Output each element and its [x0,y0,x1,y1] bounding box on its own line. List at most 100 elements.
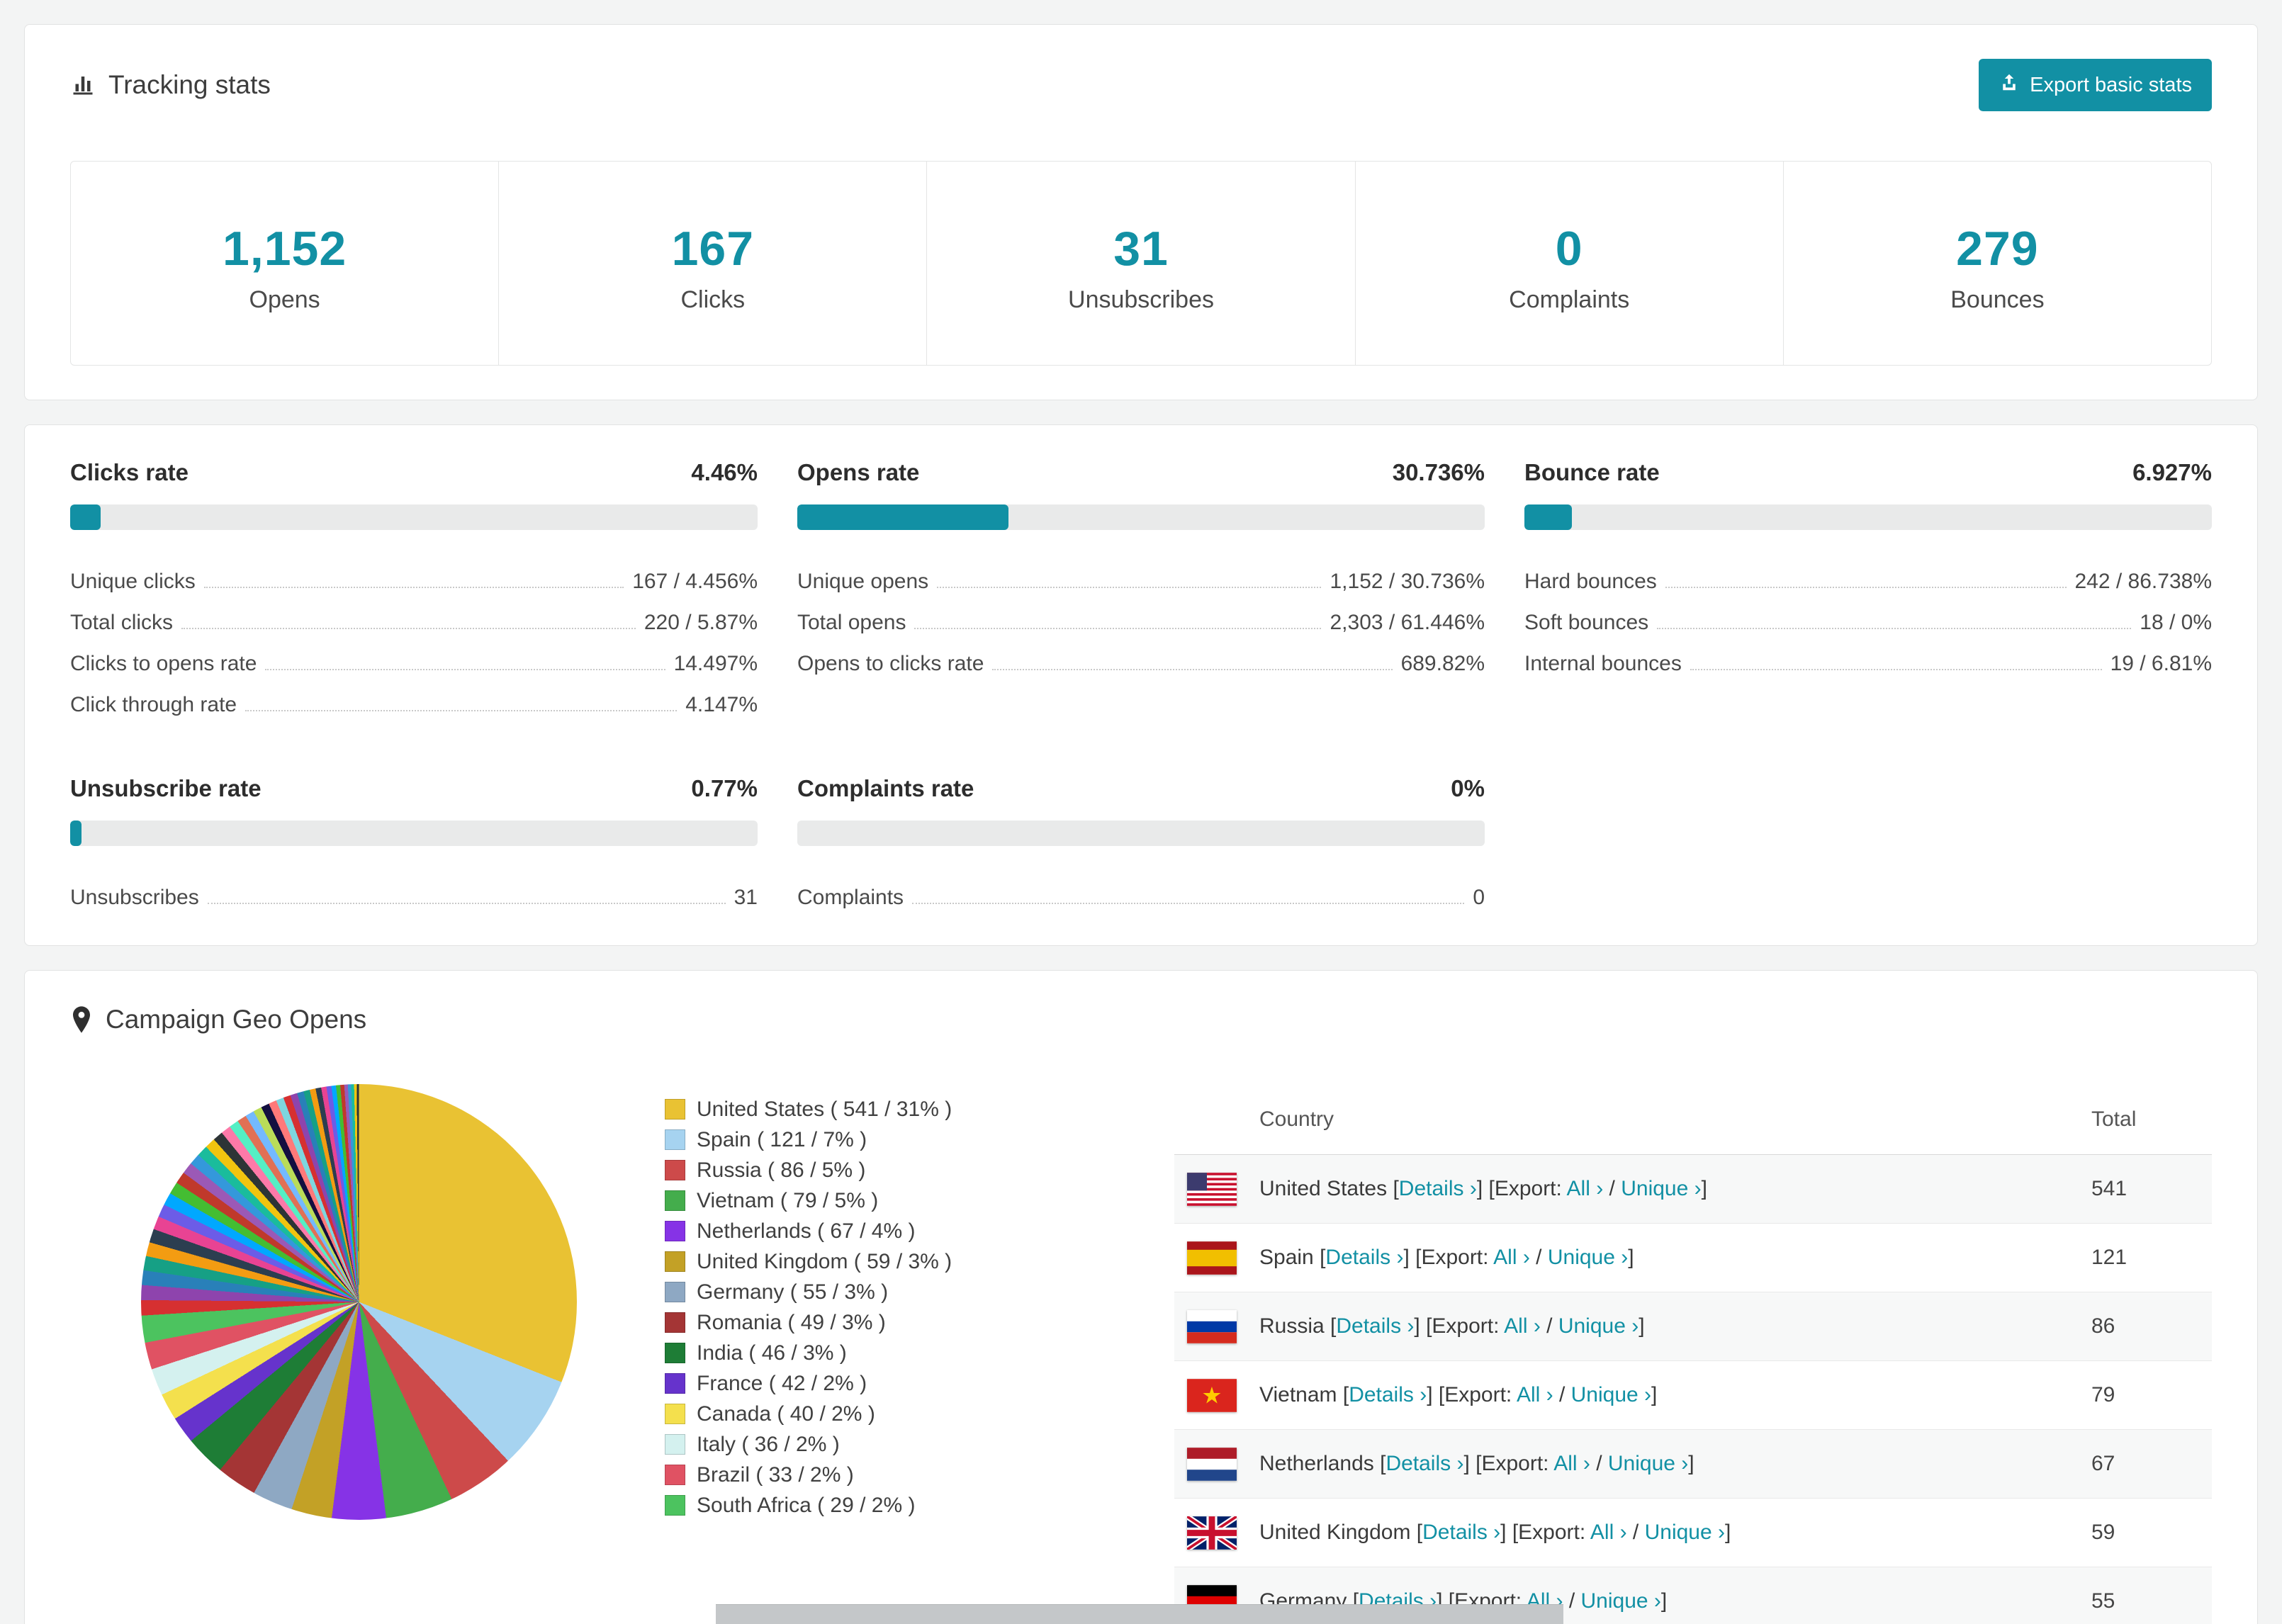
progress-bar-fill [70,821,82,846]
stat-value: 1,152 [223,222,347,276]
rate-block: Unsubscribe rate 0.77% Unsubscribes 31 [70,775,758,911]
dotted-leader [245,710,678,711]
flag-gb-icon [1187,1516,1237,1550]
stat-box-clicks: 167 Clicks [498,162,926,365]
legend-item: Germany ( 55 / 3% ) [665,1277,977,1307]
details-link[interactable]: Details › [1399,1177,1477,1200]
metric-label: Total clicks [70,611,174,634]
metric-value: 220 / 5.87% [643,611,758,634]
export-unique-link[interactable]: Unique › [1571,1383,1651,1406]
rate-header: Opens rate 30.736% [797,459,1485,487]
rate-metric-row: Opens to clicks rate 689.82% [797,636,1485,677]
rate-value: 0.77% [691,775,758,801]
progress-bar-track [70,504,758,530]
progress-bar-fill [797,504,1009,530]
geo-table-header: Country Total [1174,1084,2212,1155]
dotted-leader [1665,587,2067,588]
export-unique-link[interactable]: Unique › [1581,1589,1661,1613]
legend-label: Russia ( 86 / 5% ) [697,1158,866,1182]
country-total: 121 [2091,1246,2128,1269]
legend-swatch [665,1282,685,1302]
legend-label: Netherlands ( 67 / 4% ) [697,1219,916,1243]
svg-text:★: ★ [1201,1382,1222,1408]
page-title: Tracking stats [70,70,271,100]
stat-box-opens: 1,152 Opens [71,162,498,365]
export-unique-link[interactable]: Unique › [1608,1452,1688,1475]
dotted-leader [937,587,1322,588]
flag-us-icon [1187,1172,1237,1206]
stat-value: 31 [1113,222,1169,276]
stat-box-unsubscribes: 31 Unsubscribes [926,162,1354,365]
flag-vn-icon: ★ [1187,1378,1237,1412]
table-row: Netherlands [Details ›] [Export: All › /… [1174,1430,2212,1499]
campaign-geo-opens-card: Campaign Geo Opens United States ( 541 /… [24,970,2258,1624]
metric-label: Total opens [797,611,906,634]
details-link[interactable]: Details › [1349,1383,1427,1406]
table-row: Spain [Details ›] [Export: All › / Uniqu… [1174,1224,2212,1292]
rate-name: Complaints rate [797,775,974,801]
horizontal-scrollbar-thumb[interactable] [716,1604,1563,1624]
legend-item: United Kingdom ( 59 / 3% ) [665,1246,977,1277]
geo-opens-table: Country Total United States [Details ›] … [1174,1084,2212,1624]
details-link[interactable]: Details › [1325,1246,1403,1269]
pie-legend: United States ( 541 / 31% ) Spain ( 121 … [665,1094,977,1521]
details-link[interactable]: Details › [1386,1452,1463,1475]
legend-item: Italy ( 36 / 2% ) [665,1429,977,1460]
country-name: United States [1259,1177,1388,1200]
stat-label: Bounces [1950,286,2045,313]
legend-swatch [665,1495,685,1516]
country-total: 59 [2091,1521,2115,1544]
progress-bar-track [1524,504,2212,530]
legend-label: Canada ( 40 / 2% ) [697,1402,875,1426]
flag-es-icon [1187,1241,1237,1275]
dotted-leader [1690,669,2102,670]
export-all-link[interactable]: All › [1493,1246,1530,1269]
progress-bar-fill [70,504,101,530]
export-icon [1999,72,2020,98]
rate-metric-row: Total clicks 220 / 5.87% [70,595,758,636]
export-all-link[interactable]: All › [1504,1314,1541,1338]
legend-item: South Africa ( 29 / 2% ) [665,1490,977,1521]
export-all-link[interactable]: All › [1590,1521,1627,1544]
export-basic-stats-button[interactable]: Export basic stats [1979,59,2212,111]
legend-label: Brazil ( 33 / 2% ) [697,1462,854,1487]
country-name: United Kingdom [1259,1521,1411,1544]
metric-value: 167 / 4.456% [632,570,758,593]
rate-block: Bounce rate 6.927% Hard bounces 242 / 86… [1524,459,2212,718]
rate-metric-row: Clicks to opens rate 14.497% [70,636,758,677]
details-link[interactable]: Details › [1336,1314,1414,1338]
metric-label: Hard bounces [1524,570,1657,593]
country-total: 79 [2091,1383,2115,1406]
geo-content: United States ( 541 / 31% ) Spain ( 121 … [70,1084,2212,1624]
rate-metric-row: Unsubscribes 31 [70,870,758,911]
legend-swatch [665,1373,685,1394]
legend-swatch [665,1312,685,1333]
stat-box-complaints: 0 Complaints [1354,162,1783,365]
export-unique-link[interactable]: Unique › [1621,1177,1701,1200]
export-all-link[interactable]: All › [1517,1383,1553,1406]
legend-label: United Kingdom ( 59 / 3% ) [697,1249,952,1273]
export-all-link[interactable]: All › [1567,1177,1604,1200]
flag-ru-icon [1187,1309,1237,1343]
legend-label: Germany ( 55 / 3% ) [697,1280,889,1304]
rate-name: Opens rate [797,459,920,485]
geo-opens-pie-chart [141,1084,577,1520]
export-all-link[interactable]: All › [1553,1452,1590,1475]
export-unique-link[interactable]: Unique › [1558,1314,1639,1338]
export-unique-link[interactable]: Unique › [1548,1246,1628,1269]
export-unique-link[interactable]: Unique › [1645,1521,1725,1544]
stat-label: Complaints [1509,286,1630,313]
table-row: Russia [Details ›] [Export: All › / Uniq… [1174,1292,2212,1361]
legend-swatch [665,1251,685,1272]
bar-chart-icon [70,72,96,98]
legend-swatch [665,1221,685,1241]
campaign-geo-opens-title: Campaign Geo Opens [106,1005,367,1034]
details-link[interactable]: Details › [1422,1521,1500,1544]
rate-metric-row: Soft bounces 18 / 0% [1524,595,2212,636]
legend-item: Russia ( 86 / 5% ) [665,1155,977,1185]
metric-label: Unique clicks [70,570,196,593]
legend-item: India ( 46 / 3% ) [665,1338,977,1368]
country-total: 86 [2091,1314,2115,1338]
rate-name: Clicks rate [70,459,189,485]
metric-label: Internal bounces [1524,652,1682,675]
